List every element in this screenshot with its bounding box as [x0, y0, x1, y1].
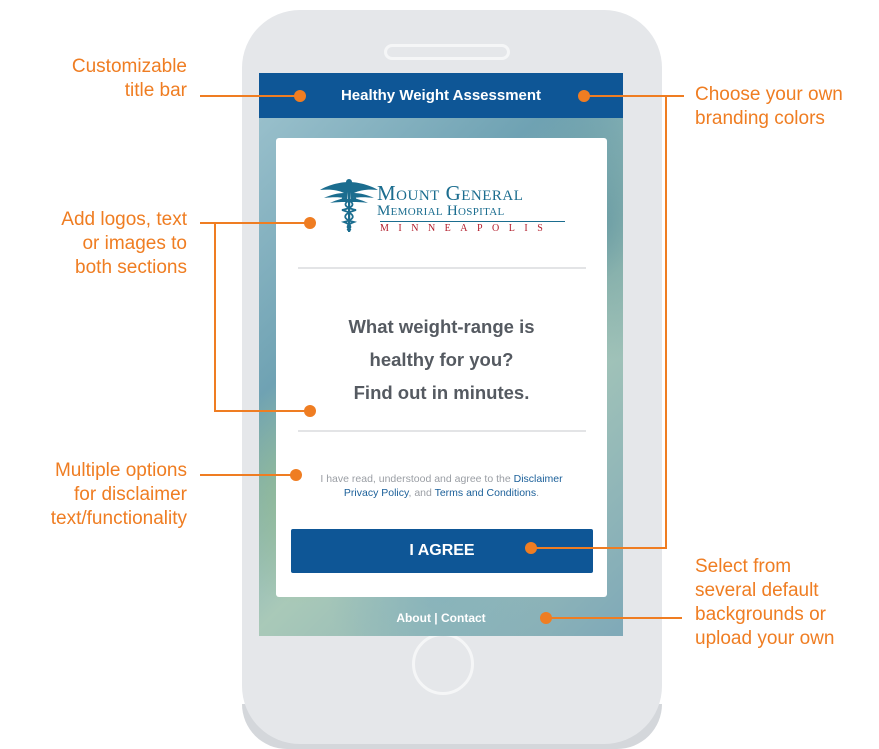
callout-dot-title — [294, 90, 306, 102]
annotation-backgrounds: Select from several default backgrounds … — [695, 556, 835, 649]
callout-dot-background — [540, 612, 552, 624]
callout-dot-button — [525, 542, 537, 554]
callout-dot-logo — [304, 217, 316, 229]
annotation-title-bar: Customizable title bar — [71, 56, 187, 101]
callout-dot-branding — [578, 90, 590, 102]
callout-dot-headline — [304, 405, 316, 417]
annotation-disclaimer: Multiple options for disclaimer text/fun… — [50, 460, 187, 529]
callout-dot-disclaimer — [290, 469, 302, 481]
annotation-logos: Add logos, text or images to both sectio… — [61, 209, 187, 278]
annotation-branding: Choose your own branding colors — [695, 84, 843, 129]
